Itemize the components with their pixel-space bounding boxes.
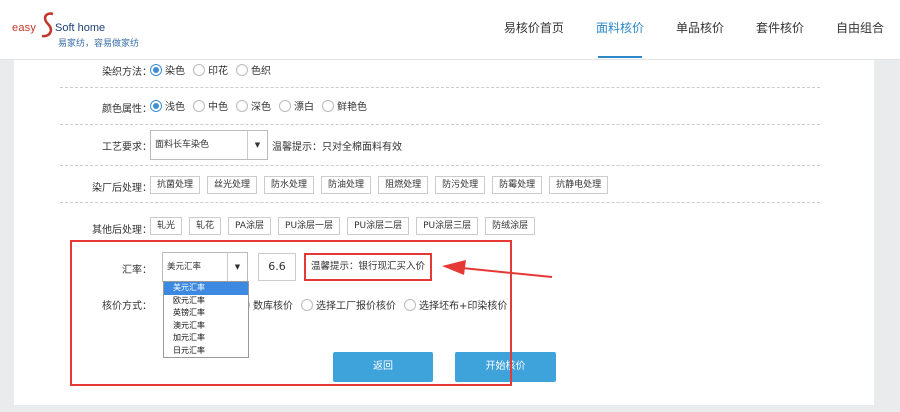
nav-free-combo[interactable]: 自由组合 [820, 0, 900, 60]
logo-brand: easy [12, 22, 37, 34]
tag-antimildew[interactable]: 防霉处理 [492, 176, 543, 194]
back-button[interactable]: 返回 [333, 352, 433, 382]
rate-label: 汇率： [122, 265, 152, 276]
rate-dropdown-list: 美元汇率 欧元汇率 英镑汇率 澳元汇率 加元汇率 日元汇率 [163, 281, 249, 358]
process-select[interactable]: 面料长车染色 ▼ [150, 130, 268, 160]
tag-oilproof[interactable]: 防油处理 [321, 176, 372, 194]
tag-flame-retardant[interactable]: 阻燃处理 [378, 176, 429, 194]
annotation-arrow-icon [442, 260, 553, 278]
main-nav: 易核价首页 面料核价 单品核价 套件核价 自由组合 [488, 0, 900, 60]
tag-mercerized[interactable]: 丝光处理 [207, 176, 258, 194]
tag-pu-coating-3[interactable]: PU涂层三层 [416, 217, 479, 235]
start-pricing-button[interactable]: 开始核价 [455, 352, 556, 382]
rate-tip: 温馨提示：银行现汇买入价 [304, 253, 433, 281]
tag-antibacterial[interactable]: 抗菌处理 [150, 176, 201, 194]
tag-antifouling[interactable]: 防污处理 [435, 176, 486, 194]
radio-icon [322, 99, 334, 112]
radio-icon [150, 63, 162, 76]
color-label: 颜色属性： [102, 104, 152, 115]
nav-home[interactable]: 易核价首页 [488, 0, 580, 60]
radio-dark[interactable]: 深色 [236, 98, 271, 113]
tag-antistatic[interactable]: 抗静电处理 [549, 176, 609, 194]
dropdown-option[interactable]: 英镑汇率 [164, 307, 248, 320]
row-other: 其他后处理： 轧光 轧花 PA涂层 PU涂层一层 PU涂层二层 PU涂层三层 防… [60, 203, 820, 244]
tag-pa-coating[interactable]: PA涂层 [228, 217, 272, 235]
radio-icon [193, 63, 205, 76]
process-label: 工艺要求： [102, 142, 152, 153]
other-label: 其他后处理： [92, 225, 152, 236]
chevron-down-icon: ▼ [247, 131, 267, 159]
color-options: 浅色 中色 深色 漂白 鲜艳色 [150, 98, 375, 113]
method-options: 数库核价 选择工厂报价核价 选择坯布+印染核价 [238, 297, 515, 312]
dropdown-option[interactable]: 日元汇率 [164, 345, 248, 358]
tag-pu-coating-1[interactable]: PU涂层一层 [278, 217, 341, 235]
radio-medium[interactable]: 中色 [193, 98, 228, 113]
logo[interactable]: easy Soft home 易家纺，容易做家纺 [12, 10, 142, 50]
radio-greige-pricing[interactable]: 选择坯布+印染核价 [404, 297, 507, 312]
radio-icon [404, 298, 416, 311]
rate-select[interactable]: 美元汇率 ▼ [162, 252, 248, 282]
radio-light[interactable]: 浅色 [150, 98, 185, 113]
radio-icon [236, 63, 248, 76]
row-dyeing: 染织方法： 染色 印花 色织 [60, 60, 820, 88]
radio-print[interactable]: 印花 [193, 62, 228, 77]
logo-slogan: 易家纺，容易做家纺 [58, 39, 140, 49]
row-color: 颜色属性： 浅色 中色 深色 漂白 鲜艳色 [60, 88, 820, 125]
radio-dye[interactable]: 染色 [150, 62, 185, 77]
dropdown-option[interactable]: 美元汇率 [164, 282, 248, 295]
other-tags: 轧光 轧花 PA涂层 PU涂层一层 PU涂层二层 PU涂层三层 防绒涂层 [150, 217, 542, 235]
radio-bright[interactable]: 鲜艳色 [322, 98, 367, 113]
radio-icon [150, 99, 162, 112]
radio-factory-pricing[interactable]: 选择工厂报价核价 [301, 297, 396, 312]
dyeing-options: 染色 印花 色织 [150, 62, 279, 77]
tag-pu-coating-2[interactable]: PU涂层二层 [347, 217, 410, 235]
tag-downproof-coating[interactable]: 防绒涂层 [485, 217, 536, 235]
post-dye-label: 染厂后处理： [92, 183, 152, 194]
row-post-dye: 染厂后处理： 抗菌处理 丝光处理 防水处理 防油处理 阻燃处理 防污处理 防霉处… [60, 166, 820, 203]
radio-icon [193, 99, 205, 112]
radio-icon [279, 99, 291, 112]
dropdown-option[interactable]: 欧元汇率 [164, 295, 248, 308]
tag-calender[interactable]: 轧光 [150, 217, 183, 235]
process-body: 面料长车染色 ▼ 温馨提示：只对全棉面料有效 [150, 130, 402, 160]
radio-yarn-dyed[interactable]: 色织 [236, 62, 271, 77]
rate-body: 美元汇率 ▼ 6.6 温馨提示：银行现汇买入价 [162, 252, 433, 282]
radio-icon [236, 99, 248, 112]
tag-emboss[interactable]: 轧花 [189, 217, 222, 235]
radio-icon [301, 298, 313, 311]
nav-set-pricing[interactable]: 套件核价 [740, 0, 820, 60]
chevron-down-icon: ▼ [227, 253, 247, 281]
dropdown-option[interactable]: 加元汇率 [164, 332, 248, 345]
logo-brand-suffix: Soft home [55, 22, 106, 34]
nav-single-pricing[interactable]: 单品核价 [660, 0, 740, 60]
nav-fabric-pricing[interactable]: 面料核价 [580, 0, 660, 60]
row-process: 工艺要求： 面料长车染色 ▼ 温馨提示：只对全棉面料有效 [60, 125, 820, 166]
post-dye-tags: 抗菌处理 丝光处理 防水处理 防油处理 阻燃处理 防污处理 防霉处理 抗静电处理 [150, 176, 615, 194]
top-header: easy Soft home 易家纺，容易做家纺 易核价首页 面料核价 单品核价… [0, 0, 900, 60]
rate-input[interactable]: 6.6 [258, 253, 296, 281]
process-tip: 温馨提示：只对全棉面料有效 [272, 141, 402, 153]
dyeing-label: 染织方法： [102, 67, 152, 78]
method-label: 核价方式： [102, 301, 152, 312]
tag-waterproof[interactable]: 防水处理 [264, 176, 315, 194]
dropdown-option[interactable]: 澳元汇率 [164, 320, 248, 333]
logo-s-icon [41, 12, 54, 38]
radio-bleach[interactable]: 漂白 [279, 98, 314, 113]
